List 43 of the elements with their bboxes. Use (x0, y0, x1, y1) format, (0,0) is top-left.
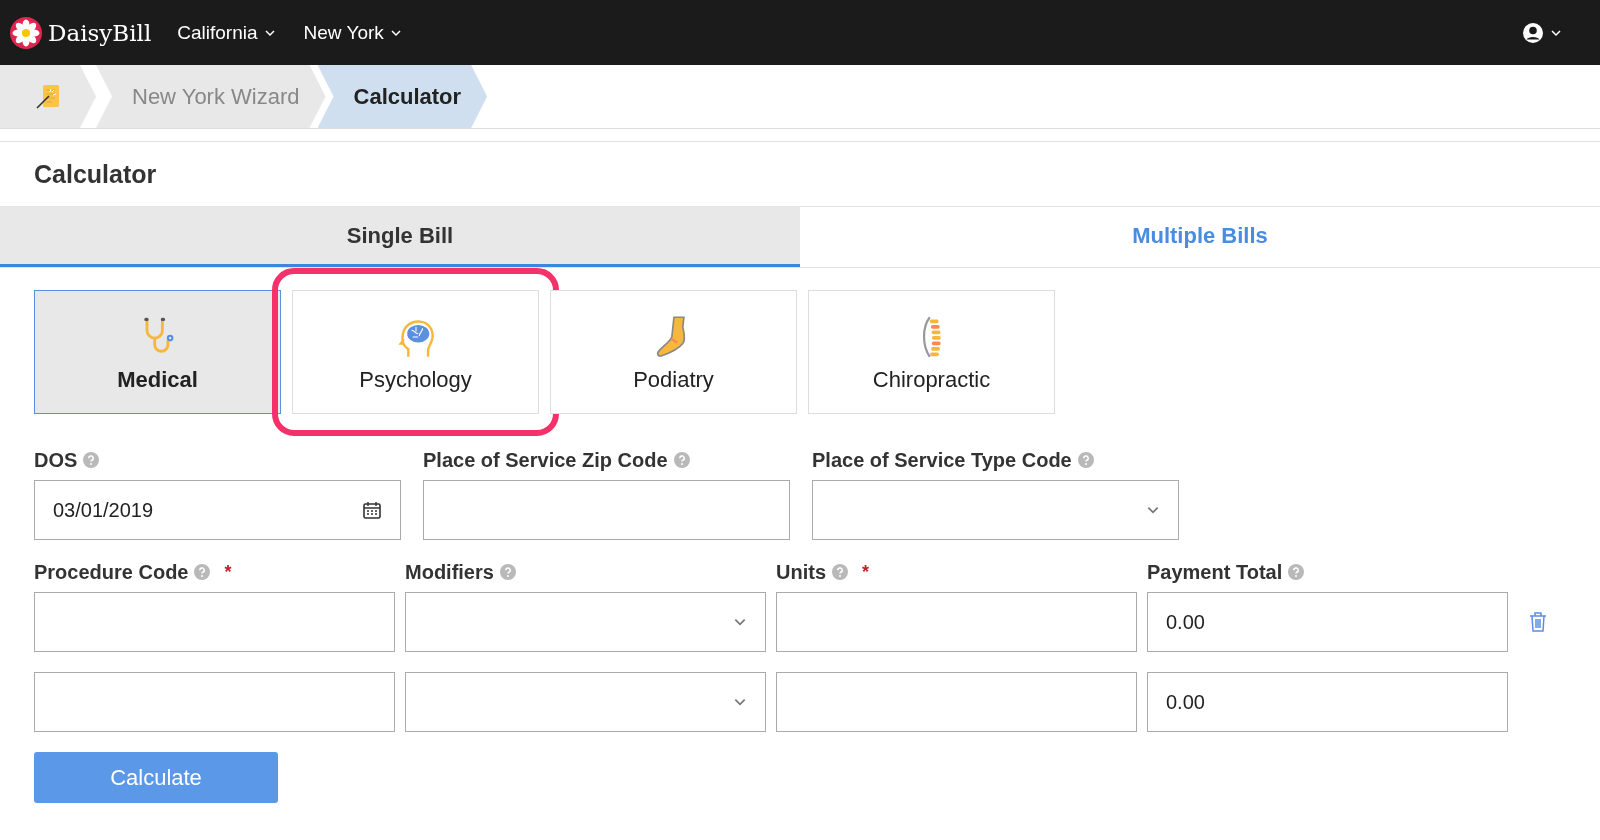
help-icon (832, 564, 848, 580)
page-title: Calculator (34, 159, 157, 189)
required-mark: * (862, 561, 869, 583)
help-icon (499, 564, 516, 580)
calendar-icon (362, 500, 382, 520)
nav-menu[interactable]: New York (295, 21, 410, 44)
daisy-logo-icon (10, 16, 42, 49)
input-field[interactable] (423, 480, 790, 540)
help-icon (1077, 452, 1094, 468)
user-icon (1522, 21, 1544, 44)
field-label: Procedure Code (34, 560, 189, 584)
brand-name[interactable]: DaisyBill (48, 19, 152, 46)
input-field[interactable]: 0.00 (1147, 672, 1508, 732)
specialty-option[interactable]: Podiatry (550, 290, 797, 414)
delete-button[interactable] (1528, 611, 1548, 633)
field-label: Place of Service Type Code (812, 448, 1072, 472)
specialty-option[interactable]: Medical (34, 290, 281, 414)
dropdown-field[interactable] (812, 480, 1179, 540)
dropdown-field[interactable] (405, 672, 766, 732)
input-field[interactable] (776, 672, 1137, 732)
dropdown-field[interactable] (405, 592, 766, 652)
specialty-option[interactable]: Psychology (292, 290, 539, 414)
breadcrumb-link[interactable]: Calculator (317, 65, 488, 128)
help-icon (83, 452, 100, 468)
wizard-home-link[interactable] (0, 65, 96, 128)
specialty-option[interactable]: Chiropractic (808, 290, 1055, 414)
tab[interactable]: Single Bill (0, 207, 800, 267)
field-label: DOS (34, 448, 78, 472)
help-icon (194, 564, 211, 580)
date-field[interactable]: 03/01/2019 (34, 480, 401, 540)
field-label: Place of Service Zip Code (423, 448, 668, 472)
input-field[interactable]: 0.00 (1147, 592, 1508, 652)
field-label: Units (776, 560, 826, 584)
input-field[interactable] (34, 672, 395, 732)
input-field[interactable] (34, 592, 395, 652)
trash-icon (1528, 611, 1548, 633)
input-field[interactable] (776, 592, 1137, 652)
help-icon (673, 452, 690, 468)
field-label: Modifiers (405, 560, 494, 584)
field-label: Payment Total (1147, 560, 1283, 584)
required-mark: * (224, 561, 232, 583)
nav-menu[interactable]: California (169, 21, 284, 44)
help-icon (1288, 564, 1305, 580)
